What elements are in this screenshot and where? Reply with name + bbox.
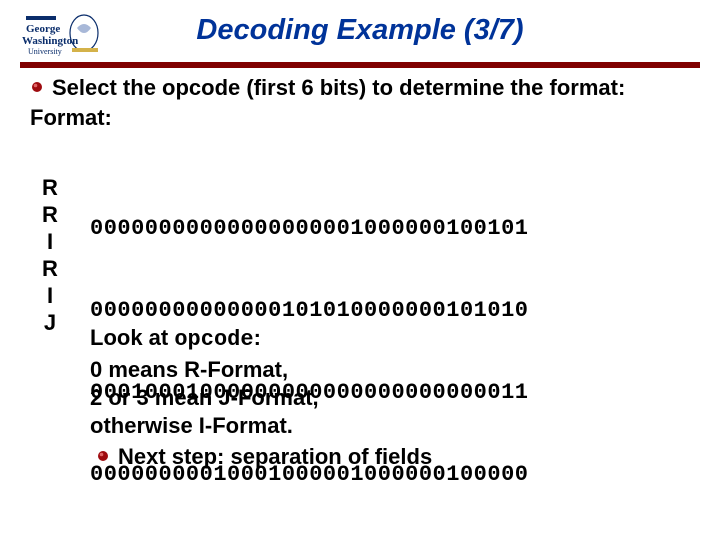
body: Select the opcode (first 6 bits) to dete… [30, 74, 700, 131]
bullet-icon [30, 80, 44, 94]
format-letter: R [30, 174, 70, 201]
binary-row: 00000000000000101010000000101010 [90, 297, 528, 324]
slide-title: Decoding Example (3/7) [0, 14, 720, 47]
format-letters: R R I R I J [30, 174, 70, 336]
format-letter: J [30, 309, 70, 336]
svg-text:University: University [28, 47, 62, 56]
r-format-rule: 0 means R-Format, [90, 356, 432, 384]
j-format-rule: 2 or 3 mean J-Format, [90, 384, 432, 412]
look-prefix: Look at [90, 325, 174, 350]
opcode-word: opcode [174, 327, 253, 352]
look-at-opcode: Look at opcode: [90, 324, 432, 354]
format-letter: I [30, 282, 70, 309]
next-step-bullet: Next step: separation of fields [96, 443, 432, 471]
look-suffix: : [254, 325, 261, 350]
intro-text: Select the opcode (first 6 bits) to dete… [52, 74, 700, 102]
bullet-icon [96, 449, 110, 463]
format-letter: R [30, 201, 70, 228]
format-label: Format: [30, 104, 700, 132]
title-rule [20, 62, 700, 68]
slide: George Washington University Decoding Ex… [0, 0, 720, 540]
intro-bullet: Select the opcode (first 6 bits) to dete… [30, 74, 700, 102]
format-letter: R [30, 255, 70, 282]
explanation: Look at opcode: 0 means R-Format, 2 or 3… [90, 324, 432, 471]
format-letter: I [30, 228, 70, 255]
next-step-text: Next step: separation of fields [118, 443, 432, 471]
i-format-rule: otherwise I-Format. [90, 412, 432, 440]
binary-row: 00000000000000000001000000100101 [90, 215, 528, 242]
